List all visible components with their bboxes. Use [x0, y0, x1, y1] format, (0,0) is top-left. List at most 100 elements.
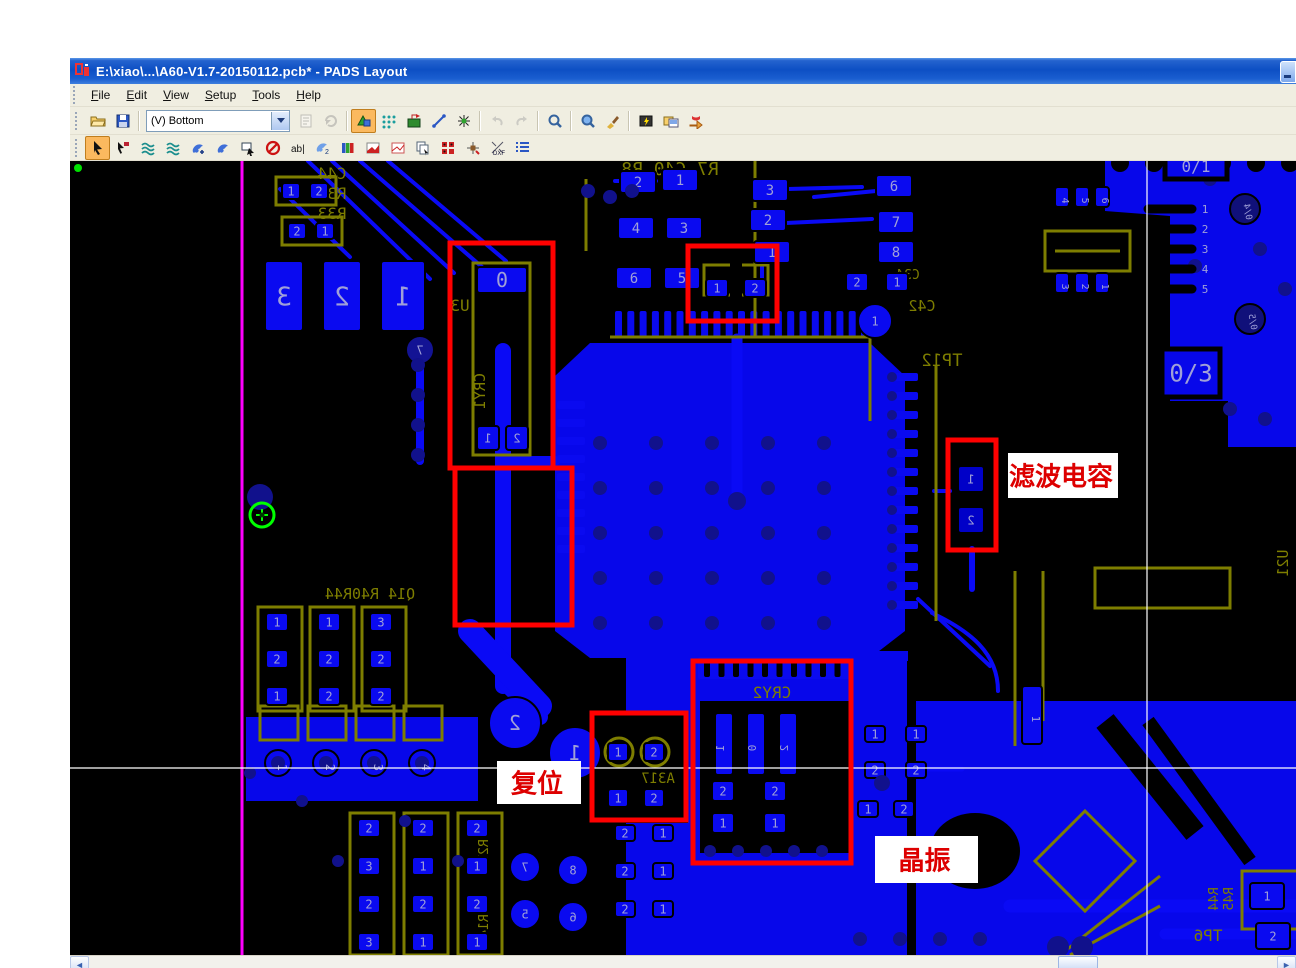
svg-text:2: 2	[419, 821, 426, 835]
svg-text:1: 1	[713, 281, 720, 295]
svg-text:2: 2	[325, 652, 332, 666]
menu-item-file[interactable]: File	[83, 86, 118, 104]
cam-button[interactable]	[683, 109, 708, 133]
undo-icon	[491, 115, 503, 126]
redo-button[interactable]	[509, 109, 534, 133]
svg-text:1: 1	[614, 791, 621, 805]
no-connect-button[interactable]	[260, 136, 285, 160]
svg-text:1: 1	[871, 727, 878, 741]
svg-text:2: 2	[315, 184, 322, 198]
menu-item-tools[interactable]: Tools	[244, 86, 288, 104]
separator	[570, 110, 572, 131]
svg-text:U3: U3	[450, 296, 469, 315]
prohibit-icon	[265, 140, 280, 155]
svg-text:2: 2	[377, 652, 384, 666]
svg-text:1: 1	[659, 864, 666, 878]
scroll-left-button[interactable]: ◄	[70, 956, 89, 968]
annotation-label-text: 复位	[511, 769, 563, 800]
flood2-button[interactable]: 2	[310, 136, 335, 160]
select-tool-button[interactable]	[85, 135, 110, 160]
measure-button[interactable]	[426, 109, 451, 133]
window-title: E:\xiao\...\A60-V1.7-20150112.pcb* - PAD…	[96, 63, 408, 79]
svg-text:4: 4	[419, 764, 433, 771]
svg-text:1: 1	[714, 745, 727, 752]
scrollbar-thumb[interactable]	[1058, 956, 1098, 968]
save-button[interactable]	[110, 109, 135, 133]
separator	[138, 110, 140, 131]
zoom-button[interactable]	[542, 109, 567, 133]
svg-text:2: 2	[912, 763, 919, 777]
scroll-right-button[interactable]: ►	[1277, 956, 1296, 968]
minimize-button[interactable]	[1280, 61, 1296, 83]
verify-design-button[interactable]	[633, 109, 658, 133]
drafting-toolbar-button[interactable]	[351, 108, 376, 133]
toolbar-main: (V) Bottom	[70, 107, 1296, 135]
horizontal-scrollbar[interactable]: ◄ ►	[70, 955, 1296, 968]
hatch-button[interactable]	[210, 136, 235, 160]
svg-text:1: 1	[1099, 284, 1110, 290]
svg-text:2: 2	[1269, 929, 1276, 943]
svg-text:DXF: DXF	[493, 151, 505, 156]
dimensioning-toolbar-button[interactable]	[401, 109, 426, 133]
svg-text:2: 2	[325, 149, 329, 156]
flood-button[interactable]	[185, 136, 210, 160]
zoom-icon	[548, 114, 562, 128]
svg-text:2: 2	[419, 897, 426, 911]
design-toolbar-button[interactable]	[376, 109, 401, 133]
grid-button[interactable]	[435, 136, 460, 160]
properties-button[interactable]	[293, 109, 318, 133]
svg-text:4: 4	[632, 221, 640, 237]
svg-text:2: 2	[764, 213, 772, 229]
svg-text:7: 7	[892, 215, 900, 231]
open-file-button[interactable]	[85, 109, 110, 133]
layer-dropdown[interactable]: (V) Bottom	[146, 109, 290, 132]
extend-select-button[interactable]	[110, 136, 135, 160]
svg-text:0: 0	[746, 745, 759, 752]
project-explorer-button[interactable]	[658, 109, 683, 133]
undo-button[interactable]	[484, 109, 509, 133]
eco-toolbar-button[interactable]	[451, 109, 476, 133]
copper-pour-b-button[interactable]	[160, 136, 185, 160]
svg-text:2: 2	[771, 784, 778, 798]
copy-paste-button[interactable]	[410, 136, 435, 160]
clean-icon	[606, 115, 619, 129]
menu-item-setup[interactable]: Setup	[197, 86, 244, 104]
menu-item-help[interactable]: Help	[288, 86, 329, 104]
svg-text:2: 2	[1079, 284, 1090, 290]
menu-item-view[interactable]: View	[155, 86, 197, 104]
svg-text:0: 0	[496, 268, 508, 292]
copper-pour-a-button[interactable]	[135, 136, 160, 160]
svg-text:2: 2	[621, 902, 628, 916]
flood-icon	[192, 143, 204, 154]
svg-text:1: 1	[273, 689, 280, 703]
save-icon	[116, 114, 129, 127]
svg-text:2: 2	[900, 802, 907, 816]
route-a-button[interactable]	[360, 136, 385, 160]
text-tool-button[interactable]: ab|	[285, 136, 310, 160]
cleanup-button[interactable]	[600, 109, 625, 133]
query-button[interactable]	[575, 109, 600, 133]
svg-text:C42: C42	[908, 297, 935, 315]
chevron-down-icon[interactable]	[271, 111, 289, 130]
props-icon	[300, 114, 311, 127]
redraw-button[interactable]	[318, 109, 343, 133]
component-add-button[interactable]	[460, 136, 485, 160]
dxf-button[interactable]: DXF	[485, 136, 510, 160]
move-rect-button[interactable]	[235, 136, 260, 160]
library-button[interactable]	[335, 136, 360, 160]
svg-text:1: 1	[287, 184, 294, 198]
svg-text:1: 1	[864, 802, 871, 816]
pcb-canvas[interactable]: C44R34R33R7 C40 R8U3CRY1C42C34TP12Q14 R4…	[70, 150, 1296, 958]
floodb-icon	[217, 143, 228, 153]
menu-item-edit[interactable]: Edit	[118, 86, 155, 104]
svg-text:3: 3	[1059, 284, 1070, 290]
svg-text:0/3: 0/3	[1169, 360, 1212, 388]
eco-icon	[457, 114, 470, 127]
svg-text:3: 3	[377, 615, 384, 629]
titlebar[interactable]: E:\xiao\...\A60-V1.7-20150112.pcb* - PAD…	[70, 58, 1296, 84]
svg-text:1: 1	[771, 816, 778, 830]
route-b-button[interactable]	[385, 136, 410, 160]
layers-list-button[interactable]	[510, 136, 535, 160]
menubar: File Edit View Setup Tools Help	[70, 84, 1296, 107]
svg-text:2: 2	[621, 826, 628, 840]
